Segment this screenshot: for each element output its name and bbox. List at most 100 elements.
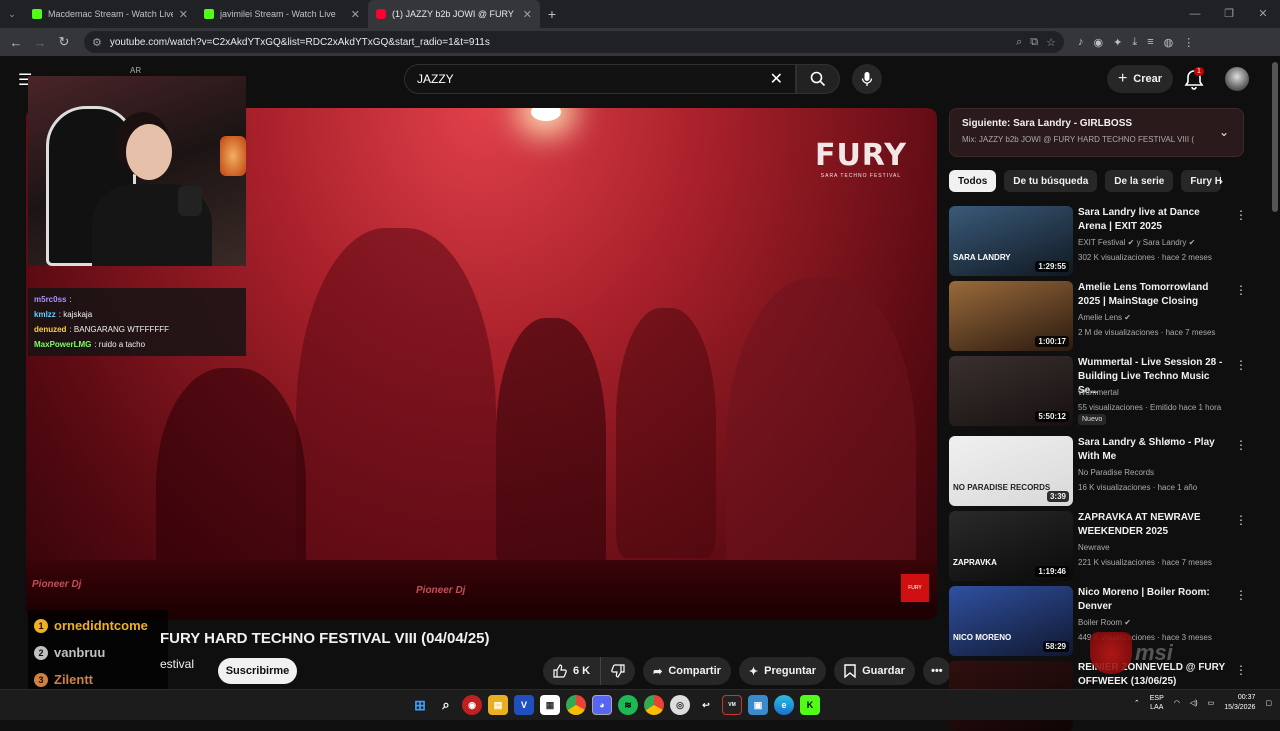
- more-options-icon[interactable]: ⋮: [1235, 588, 1247, 602]
- language-indicator[interactable]: ESP LAA: [1150, 694, 1164, 712]
- video-thumbnail[interactable]: 1:00:17: [949, 281, 1073, 351]
- new-tab-button[interactable]: +: [540, 0, 564, 28]
- recommendation-title[interactable]: Nico Moreno | Boiler Room: Denver: [1078, 586, 1228, 614]
- share-button[interactable]: ➦ Compartir: [643, 657, 731, 685]
- recommendation-item[interactable]: SARA LANDRY 1:29:55 Sara Landry live at Da…: [949, 206, 1249, 276]
- more-options-icon[interactable]: ⋮: [1235, 358, 1247, 372]
- video-thumbnail[interactable]: 5:50:12: [949, 356, 1073, 426]
- recommendation-item[interactable]: 5:50:12 Wummertal - Live Session 28 - Bui…: [949, 356, 1249, 426]
- subscribe-button[interactable]: Suscribirme: [218, 658, 297, 684]
- account-avatar[interactable]: [1225, 67, 1249, 91]
- app-icon[interactable]: ↩: [696, 695, 716, 715]
- close-window-icon[interactable]: ✕: [1246, 0, 1280, 28]
- chip-all[interactable]: Todos: [949, 170, 997, 192]
- up-next-panel[interactable]: Siguiente: Sara Landry - GIRLBOSS Mix: J…: [949, 108, 1244, 157]
- more-options-icon[interactable]: ⋮: [1235, 283, 1247, 297]
- forward-icon[interactable]: →: [28, 35, 52, 50]
- recommendation-channel[interactable]: Wummertal: [1078, 388, 1119, 397]
- puzzle-icon[interactable]: ✦: [1113, 36, 1122, 49]
- chip-fury[interactable]: Fury H: [1181, 170, 1222, 192]
- more-options-icon[interactable]: ⋮: [1235, 208, 1247, 222]
- video-thumbnail[interactable]: SARA LANDRY 1:29:55: [949, 206, 1073, 276]
- voicemeeter-icon[interactable]: VM: [722, 695, 742, 715]
- recommendation-item[interactable]: ZAPRAVKA 1:19:46 ZAPRAVKA AT NEWRAVE WEEKE…: [949, 511, 1249, 581]
- recommendation-channel[interactable]: Amelie Lens ✔: [1078, 313, 1131, 322]
- video-thumbnail[interactable]: ZAPRAVKA 1:19:46: [949, 511, 1073, 581]
- profile-icon[interactable]: ◍: [1164, 36, 1174, 49]
- recommendation-title[interactable]: ZAPRAVKA AT NEWRAVE WEEKENDER 2025: [1078, 511, 1228, 539]
- clock[interactable]: 00:37 15/3/2026: [1224, 693, 1255, 713]
- app-icon[interactable]: ◉: [462, 695, 482, 715]
- browser-tab-active[interactable]: (1) JAZZY b2b JOWI @ FURY ✕: [368, 0, 540, 28]
- back-icon[interactable]: ←: [4, 35, 28, 50]
- more-options-icon[interactable]: ⋮: [1235, 663, 1247, 677]
- download-icon[interactable]: ⤓: [1132, 36, 1137, 49]
- menu-icon[interactable]: ⋮: [1183, 36, 1194, 49]
- like-button[interactable]: 6 K: [543, 657, 602, 685]
- app-icon[interactable]: ◎: [670, 695, 690, 715]
- edge-icon[interactable]: e: [774, 695, 794, 715]
- address-bar[interactable]: ⚙ youtube.com/watch?v=C2xAkdYTxGQ&list=R…: [84, 31, 1064, 53]
- kick-icon[interactable]: K: [800, 695, 820, 715]
- site-info-icon[interactable]: ⚙: [92, 36, 102, 49]
- dislike-button[interactable]: [601, 657, 635, 685]
- more-options-icon[interactable]: ⋮: [1235, 513, 1247, 527]
- chrome-icon[interactable]: [566, 695, 586, 715]
- chip-from-search[interactable]: De tu búsqueda: [1004, 170, 1098, 192]
- voice-search-button[interactable]: [852, 64, 882, 94]
- recommendation-channel[interactable]: EXIT Festival ✔ y Sara Landry ✔: [1078, 238, 1195, 247]
- page-scrollbar[interactable]: [1272, 62, 1278, 212]
- taskbar-search-icon[interactable]: ⌕: [436, 695, 456, 715]
- more-options-icon[interactable]: ⋮: [1235, 438, 1247, 452]
- ask-button[interactable]: ✦ Preguntar: [738, 657, 827, 685]
- close-tab-icon[interactable]: ✕: [179, 8, 188, 21]
- vegas-icon[interactable]: V: [514, 695, 534, 715]
- video-thumbnail[interactable]: NICO MORENO 58:29: [949, 586, 1073, 656]
- browser-tab[interactable]: javimilei Stream - Watch Live ✕: [196, 0, 368, 28]
- create-button[interactable]: + Crear: [1107, 65, 1173, 93]
- close-tab-icon[interactable]: ✕: [351, 8, 360, 21]
- reload-icon[interactable]: ↻: [52, 34, 76, 50]
- tab-search-button[interactable]: ⌄: [0, 0, 24, 28]
- recommendation-title[interactable]: Sara Landry & Shlømo - Play With Me: [1078, 436, 1228, 464]
- volume-icon[interactable]: ◁): [1190, 699, 1198, 707]
- recommendation-channel[interactable]: Newrave: [1078, 543, 1110, 552]
- channel-name[interactable]: estival: [160, 657, 194, 671]
- windows-start-icon[interactable]: ⊞: [410, 695, 430, 715]
- tray-chevron-icon[interactable]: ⌃: [1134, 699, 1140, 707]
- app-icon[interactable]: ▦: [540, 695, 560, 715]
- notifications-icon[interactable]: ▢: [1265, 699, 1272, 707]
- spotify-icon[interactable]: ≋: [618, 695, 638, 715]
- more-actions-button[interactable]: •••: [922, 657, 951, 685]
- search-input[interactable]: JAZZY ✕: [404, 64, 796, 94]
- clear-search-icon[interactable]: ✕: [770, 69, 783, 89]
- recommendation-channel[interactable]: Boiler Room ✔: [1078, 618, 1131, 627]
- photos-icon[interactable]: ▣: [748, 695, 768, 715]
- chevron-right-icon[interactable]: ›: [1219, 174, 1223, 188]
- recommendation-item[interactable]: 1:00:17 Amelie Lens Tomorrowland 2025 | M…: [949, 281, 1249, 351]
- reading-list-icon[interactable]: ≡: [1147, 36, 1153, 49]
- search-button[interactable]: [796, 64, 840, 94]
- close-tab-icon[interactable]: ✕: [523, 8, 532, 21]
- discord-icon[interactable]: ◕: [592, 695, 612, 715]
- extension-icon[interactable]: ◉: [1094, 36, 1104, 49]
- bookmark-star-icon[interactable]: ☆: [1046, 36, 1056, 49]
- zoom-icon[interactable]: ⌕: [1016, 36, 1022, 49]
- chip-series[interactable]: De la serie: [1105, 170, 1174, 192]
- recommendation-title[interactable]: Amelie Lens Tomorrowland 2025 | MainStag…: [1078, 281, 1228, 309]
- recommendation-item[interactable]: NO PARADISE RECORDS 3:39 Sara Landry & Shl…: [949, 436, 1249, 506]
- file-explorer-icon[interactable]: ▤: [488, 695, 508, 715]
- battery-icon[interactable]: ▭: [1208, 699, 1215, 707]
- media-icon[interactable]: ♪: [1078, 36, 1084, 49]
- minimize-icon[interactable]: —: [1178, 0, 1212, 28]
- chrome-icon[interactable]: [644, 695, 664, 715]
- cast-icon[interactable]: ⧉: [1030, 36, 1038, 49]
- maximize-icon[interactable]: ❐: [1212, 0, 1246, 28]
- video-thumbnail[interactable]: NO PARADISE RECORDS 3:39: [949, 436, 1073, 506]
- recommendation-channel[interactable]: No Paradise Records: [1078, 468, 1154, 477]
- browser-tab[interactable]: Macdemac Stream - Watch Live ✕: [24, 0, 196, 28]
- wifi-icon[interactable]: ◠: [1174, 699, 1180, 707]
- chevron-down-icon[interactable]: ⌄: [1219, 125, 1229, 139]
- save-button[interactable]: Guardar: [834, 657, 915, 685]
- recommendation-title[interactable]: Sara Landry live at Dance Arena | EXIT 2…: [1078, 206, 1228, 234]
